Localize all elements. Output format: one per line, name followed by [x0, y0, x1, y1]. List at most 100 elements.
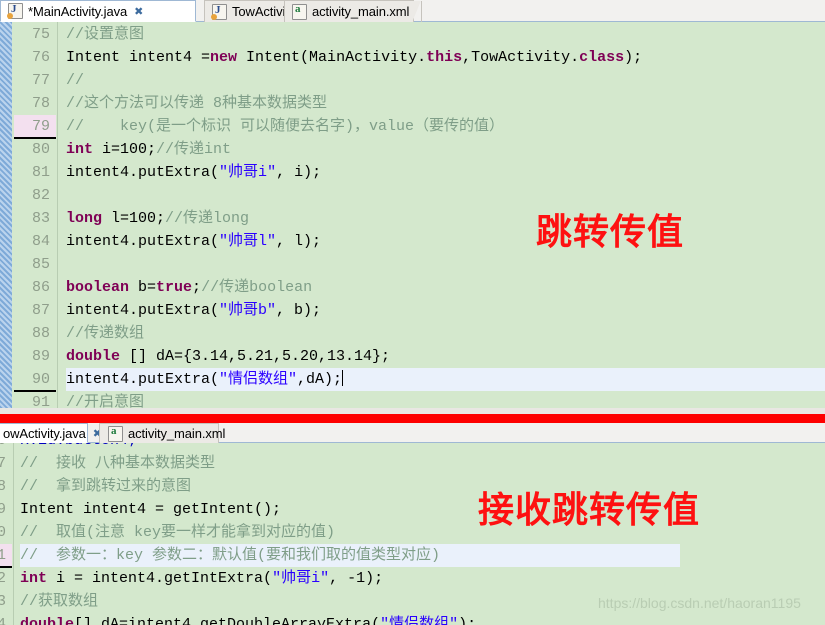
- code-token: // 拿到跳转过来的意图: [20, 478, 192, 495]
- red-divider: [0, 414, 825, 423]
- java-file-icon: [211, 3, 227, 20]
- code-line[interactable]: int i=100;//传递int: [66, 138, 231, 161]
- code-token: [] dA={3.14,5.21,5.20,13.14};: [120, 348, 391, 365]
- code-token: , i);: [276, 164, 322, 181]
- code-line[interactable]: R.id.button4;: [20, 443, 137, 452]
- code-line[interactable]: intent4.putExtra("帅哥l", l);: [66, 230, 321, 253]
- code-token: //获取数组: [20, 593, 99, 610]
- code-line[interactable]: //传递数组: [66, 322, 144, 345]
- code-token: this: [426, 49, 463, 66]
- code-token: Intent intent4 = getIntent();: [20, 501, 282, 518]
- line-number: 3: [0, 593, 6, 610]
- code-token: true: [156, 279, 193, 296]
- top-code-editor[interactable]: 75 //设置意图 76 Intent intent4 =new Intent(Mai…: [0, 22, 825, 408]
- line-number: 76: [31, 49, 50, 66]
- tab-label: activity_main.xml: [312, 4, 410, 19]
- line-number: 4: [0, 616, 6, 625]
- code-token: Intent intent4 =: [66, 49, 211, 66]
- code-line[interactable]: // 参数一：key 参数二：默认值(要和我们取的值类型对应): [20, 544, 440, 567]
- tab-towactivity-java-bottom[interactable]: owActivity.java ✖: [0, 423, 102, 443]
- tab-label: activity_main.xml: [128, 426, 226, 441]
- code-token: ,TowActivity.: [462, 49, 580, 66]
- line-number: 79: [31, 118, 50, 135]
- code-token: , l);: [276, 233, 322, 250]
- watermark: https://blog.csdn.net/haoran1195: [598, 595, 801, 611]
- code-token: , -1);: [329, 570, 384, 587]
- code-token: //这个方法可以传递 8种基本数据类型: [66, 95, 328, 112]
- line-number: 81: [31, 164, 50, 181]
- code-line[interactable]: //: [66, 69, 84, 92]
- line-number: 86: [31, 279, 50, 296]
- tab-activity-main-xml-bottom[interactable]: activity_main.xml: [99, 423, 225, 443]
- code-token: int: [66, 141, 94, 158]
- code-line[interactable]: long l=100;//传递long: [66, 207, 249, 230]
- code-line[interactable]: intent4.putExtra("帅哥b", b);: [66, 299, 321, 322]
- tab-activity-main-xml[interactable]: activity_main.xml: [284, 0, 422, 23]
- line-number: 82: [31, 187, 50, 204]
- code-token: //设置意图: [66, 26, 145, 43]
- editor-window: *MainActivity.java ✖ TowActivity.java ac…: [0, 0, 825, 625]
- code-line[interactable]: intent4.putExtra("情侣数组",dA);: [66, 368, 344, 391]
- close-icon[interactable]: ✖: [134, 5, 143, 18]
- code-token: ,dA);: [297, 371, 343, 388]
- code-token: l=100;: [102, 210, 166, 227]
- line-number: 7: [0, 455, 6, 472]
- tab-mainactivity-java[interactable]: *MainActivity.java ✖: [0, 0, 196, 22]
- tab-slant: [412, 1, 422, 23]
- code-line[interactable]: // 接收 八种基本数据类型: [20, 452, 215, 475]
- code-token: //: [66, 72, 85, 89]
- code-token: "情侣数组": [219, 371, 298, 388]
- code-line[interactable]: //这个方法可以传递 8种基本数据类型: [66, 92, 327, 115]
- code-line[interactable]: boolean b=true;//传递boolean: [66, 276, 312, 299]
- code-token: intent4.putExtra(: [66, 233, 220, 250]
- code-token: //传递boolean: [201, 279, 313, 296]
- top-editor-tabbar: *MainActivity.java ✖ TowActivity.java ac…: [0, 0, 825, 23]
- code-line[interactable]: //获取数组: [20, 590, 98, 613]
- code-token: i = intent4.getIntExtra(: [47, 570, 273, 587]
- code-line[interactable]: // 拿到跳转过来的意图: [20, 475, 191, 498]
- code-token: long: [66, 210, 103, 227]
- code-token: //传递int: [156, 141, 232, 158]
- line-number: 75: [31, 26, 50, 43]
- line-number: 9: [0, 501, 6, 518]
- line-number: 6: [0, 443, 12, 452]
- code-token: "帅哥b": [219, 302, 277, 319]
- code-token: ": [267, 164, 277, 181]
- code-line[interactable]: //开启意图: [66, 391, 144, 408]
- code-token: );: [458, 616, 477, 625]
- marker-ruler[interactable]: [0, 22, 12, 408]
- text-caret: [342, 370, 344, 386]
- code-line[interactable]: intent4.putExtra("帅哥i", i);: [66, 161, 321, 184]
- code-token: b=: [129, 279, 157, 296]
- gutter-divider: [13, 443, 14, 625]
- code-token: double: [66, 348, 121, 365]
- code-token: intent4.putExtra(: [66, 371, 220, 388]
- code-line[interactable]: // 取值(注意 key要一样才能拿到对应的值): [20, 521, 335, 544]
- code-line[interactable]: double[] dA=intent4.getDoubleArrayExtra(…: [20, 613, 476, 625]
- line-number: 88: [31, 325, 50, 342]
- code-line[interactable]: int i = intent4.getIntExtra("帅哥i", -1);: [20, 567, 383, 590]
- line-number: 83: [31, 210, 50, 227]
- code-token: boolean: [66, 279, 130, 296]
- code-token: int: [20, 570, 48, 587]
- code-token: intent4.putExtra(: [66, 302, 220, 319]
- xml-file-icon: [292, 3, 307, 20]
- code-line[interactable]: //设置意图: [66, 23, 144, 46]
- line-number: 89: [31, 348, 50, 365]
- code-line[interactable]: Intent intent4 = getIntent();: [20, 498, 281, 521]
- code-line[interactable]: Intent intent4 =new Intent(MainActivity.…: [66, 46, 642, 69]
- code-token: ;: [192, 279, 202, 296]
- gutter-divider: [57, 22, 58, 408]
- code-token: [] dA=intent4.getDoubleArrayExtra(: [74, 616, 381, 625]
- code-token: intent4.putExtra(: [66, 164, 220, 181]
- code-token: // key(是一个标识 可以随便去名字)，value（要传的值）: [66, 118, 505, 135]
- code-line[interactable]: // key(是一个标识 可以随便去名字)，value（要传的值）: [66, 115, 504, 138]
- code-token: i=100;: [93, 141, 157, 158]
- code-token: , b);: [276, 302, 322, 319]
- code-line[interactable]: double [] dA={3.14,5.21,5.20,13.14};: [66, 345, 390, 368]
- java-file-icon: [7, 3, 23, 19]
- tab-label: *MainActivity.java: [28, 3, 128, 19]
- line-number: 78: [31, 95, 50, 112]
- annotation-receive-jump-value: 接收跳转传值: [478, 490, 701, 531]
- xml-file-icon: [108, 425, 123, 442]
